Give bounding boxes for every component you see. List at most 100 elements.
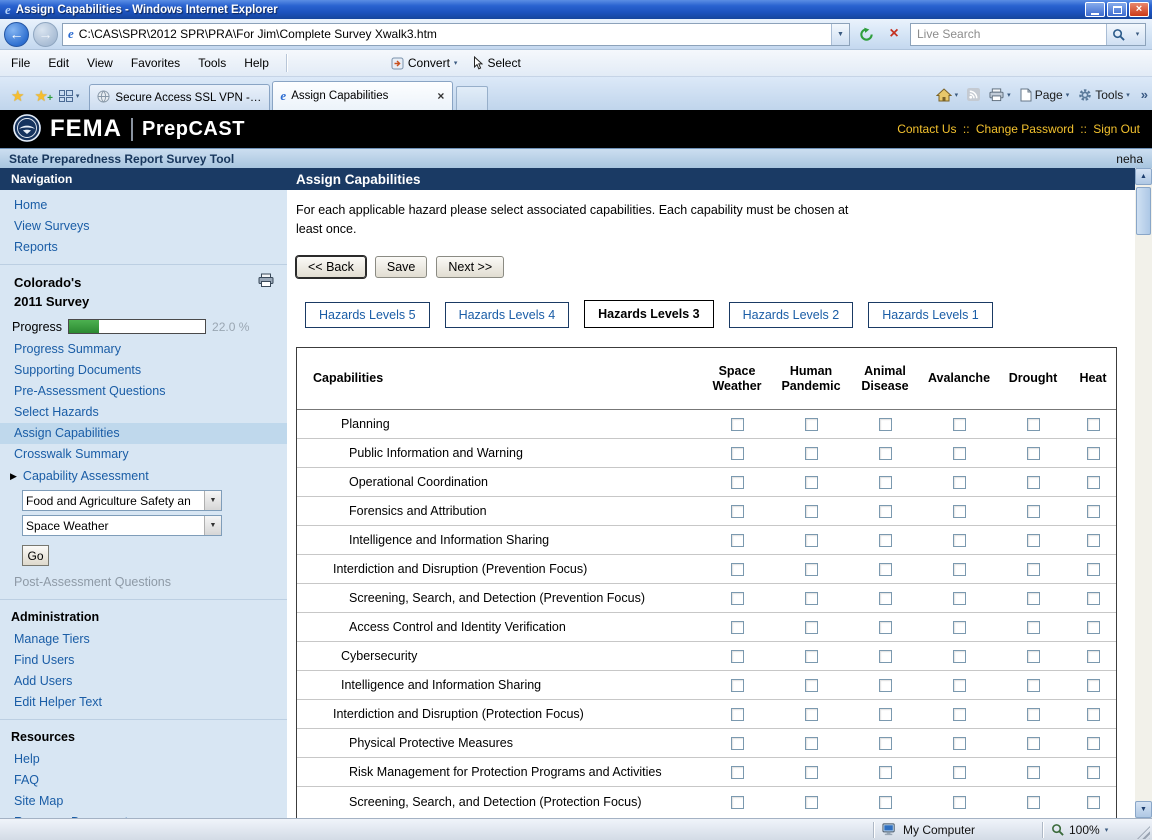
capability-checkbox[interactable] (879, 621, 892, 634)
capability-checkbox[interactable] (731, 796, 744, 809)
capability-checkbox[interactable] (879, 447, 892, 460)
capability-checkbox[interactable] (1087, 679, 1100, 692)
browser-tab-assign-capabilities[interactable]: eAssign Capabilities× (272, 81, 453, 110)
menu-edit[interactable]: Edit (39, 52, 78, 74)
capability-checkbox[interactable] (1087, 796, 1100, 809)
capability-checkbox[interactable] (953, 534, 966, 547)
capability-checkbox[interactable] (953, 592, 966, 605)
capability-checkbox[interactable] (953, 621, 966, 634)
go-button[interactable]: Go (22, 545, 49, 566)
select-button[interactable]: Select (473, 56, 520, 70)
capability-checkbox[interactable] (731, 650, 744, 663)
capability-checkbox[interactable] (805, 563, 818, 576)
hazard-tab-hazards-levels-1[interactable]: Hazards Levels 1 (868, 302, 993, 328)
next-button[interactable]: Next >> (436, 256, 504, 278)
capability-checkbox[interactable] (805, 534, 818, 547)
feeds-button[interactable] (967, 88, 980, 101)
capability-checkbox[interactable] (805, 476, 818, 489)
print-button[interactable]: ▾ (989, 88, 1011, 102)
search-box[interactable]: Live Search ▾ (910, 23, 1146, 46)
capability-checkbox[interactable] (1087, 563, 1100, 576)
menu-view[interactable]: View (78, 52, 122, 74)
sidebar-item-manage-tiers[interactable]: Manage Tiers (0, 629, 287, 650)
address-dropdown-icon[interactable]: ▼ (831, 24, 849, 45)
capability-checkbox[interactable] (731, 447, 744, 460)
capability-checkbox[interactable] (879, 708, 892, 721)
capability-checkbox[interactable] (805, 650, 818, 663)
address-field[interactable]: e C:\CAS\SPR\2012 SPR\PRA\For Jim\Comple… (62, 23, 850, 46)
browser-tab-secure-access-ssl-vpn-home[interactable]: Secure Access SSL VPN - Home (89, 84, 270, 110)
menu-tools[interactable]: Tools (189, 52, 235, 74)
capability-checkbox[interactable] (731, 563, 744, 576)
capability-checkbox[interactable] (953, 796, 966, 809)
zoom-dropdown-icon[interactable]: ▾ (1105, 826, 1109, 834)
search-input[interactable]: Live Search (917, 27, 1106, 41)
capability-checkbox[interactable] (731, 476, 744, 489)
header-link-sign-out[interactable]: Sign Out (1093, 122, 1140, 136)
capability-checkbox[interactable] (1087, 592, 1100, 605)
capability-checkbox[interactable] (1087, 621, 1100, 634)
capability-checkbox[interactable] (879, 766, 892, 779)
search-icon[interactable] (1106, 24, 1130, 45)
capability-checkbox[interactable] (879, 476, 892, 489)
zoom-control[interactable]: 100% ▾ (1043, 823, 1135, 837)
capability-checkbox[interactable] (805, 766, 818, 779)
capability-checkbox[interactable] (805, 708, 818, 721)
hazard-tab-hazards-levels-5[interactable]: Hazards Levels 5 (305, 302, 430, 328)
quick-tabs-button[interactable]: ▾ (53, 90, 86, 110)
capability-checkbox[interactable] (1087, 418, 1100, 431)
capability-checkbox[interactable] (731, 766, 744, 779)
sidebar-item-pre-assessment-questions[interactable]: Pre-Assessment Questions (0, 381, 287, 402)
capability-checkbox[interactable] (953, 505, 966, 518)
page-menu-button[interactable]: Page ▾ (1020, 88, 1070, 102)
capability-checkbox[interactable] (731, 505, 744, 518)
home-button[interactable]: ▾ (936, 88, 959, 102)
capability-checkbox[interactable] (1087, 708, 1100, 721)
capability-checkbox[interactable] (1027, 592, 1040, 605)
menu-favorites[interactable]: Favorites (122, 52, 189, 74)
capability-checkbox[interactable] (1027, 534, 1040, 547)
hazard-select[interactable]: Space Weather ▼ (22, 515, 222, 536)
sidebar-item-edit-helper-text[interactable]: Edit Helper Text (0, 692, 287, 713)
sidebar-item-select-hazards[interactable]: Select Hazards (0, 402, 287, 423)
tab-close-icon[interactable]: × (436, 89, 445, 103)
toolbar-overflow-icon[interactable]: » (1139, 87, 1148, 102)
convert-button[interactable]: Convert ▾ (391, 56, 458, 70)
vertical-scrollbar[interactable]: ▲ ▼ (1135, 168, 1152, 818)
header-link-change-password[interactable]: Change Password (976, 122, 1074, 136)
sidebar-item-view-surveys[interactable]: View Surveys (0, 216, 287, 237)
sidebar-item-find-users[interactable]: Find Users (0, 650, 287, 671)
refresh-button[interactable] (854, 23, 878, 46)
capability-checkbox[interactable] (805, 447, 818, 460)
capability-checkbox[interactable] (1027, 505, 1040, 518)
sidebar-item-assign-capabilities[interactable]: Assign Capabilities (0, 423, 287, 444)
capability-checkbox[interactable] (953, 766, 966, 779)
capability-checkbox[interactable] (953, 737, 966, 750)
capability-checkbox[interactable] (1087, 476, 1100, 489)
capability-checkbox[interactable] (805, 796, 818, 809)
menu-help[interactable]: Help (235, 52, 278, 74)
capability-checkbox[interactable] (1027, 679, 1040, 692)
capability-checkbox[interactable] (879, 650, 892, 663)
capability-checkbox[interactable] (1027, 621, 1040, 634)
capability-checkbox[interactable] (1087, 505, 1100, 518)
back-button[interactable]: << Back (296, 256, 366, 278)
capability-checkbox[interactable] (1027, 766, 1040, 779)
capability-checkbox[interactable] (953, 708, 966, 721)
capability-checkbox[interactable] (731, 621, 744, 634)
window-titlebar[interactable]: e Assign Capabilities - Windows Internet… (0, 0, 1152, 19)
dropdown-arrow-icon[interactable]: ▼ (204, 491, 221, 510)
menu-file[interactable]: File (2, 52, 39, 74)
dropdown-arrow-icon[interactable]: ▼ (204, 516, 221, 535)
capability-checkbox[interactable] (879, 563, 892, 576)
sidebar-item-home[interactable]: Home (0, 195, 287, 216)
sidebar-item-faq[interactable]: FAQ (0, 770, 287, 791)
capability-checkbox[interactable] (1027, 418, 1040, 431)
capability-checkbox[interactable] (953, 650, 966, 663)
sidebar-item-reports[interactable]: Reports (0, 237, 287, 258)
capability-checkbox[interactable] (1027, 796, 1040, 809)
capability-checkbox[interactable] (731, 679, 744, 692)
scrollbar-thumb[interactable] (1136, 187, 1151, 235)
capability-checkbox[interactable] (879, 737, 892, 750)
sidebar-item-add-users[interactable]: Add Users (0, 671, 287, 692)
